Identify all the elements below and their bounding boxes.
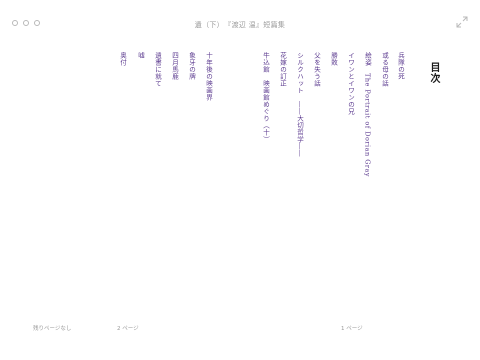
toc-item[interactable]: 絵姿 The Portrait of Dorian Gray <box>364 52 372 177</box>
book-title: 遺（下） 『渡辺 温』短篇集 <box>194 21 286 29</box>
left-page-number: 2 ページ <box>117 326 139 332</box>
toc-item[interactable]: 奥付 <box>119 52 127 66</box>
toc-item[interactable]: 父を失う話 <box>313 52 321 87</box>
remaining-pages-status: 残りページなし <box>33 326 72 332</box>
toc-item[interactable]: 牛込館 映画館めぐり（十） <box>262 52 270 143</box>
toc-item[interactable]: 象牙の牌 <box>188 52 196 80</box>
toc-item[interactable]: 花嫁の訂正 <box>279 52 287 87</box>
toc-item[interactable]: 遺書に就て <box>154 52 162 87</box>
toc-item[interactable]: 兵隊の死 <box>397 52 405 80</box>
right-page-number: 1 ページ <box>341 326 363 332</box>
toc-item[interactable]: シルクハット ――大切哲学―― <box>296 52 304 157</box>
toc-item[interactable]: 嘘 <box>137 52 145 59</box>
toc-item[interactable]: 十年後の映画界 <box>205 52 213 101</box>
toc-item[interactable]: 勝敗 <box>330 52 338 66</box>
toc-heading: 目次 <box>428 62 439 84</box>
toc-item[interactable]: 四月馬鹿 <box>171 52 179 80</box>
table-of-contents: 目次 兵隊の死 或る母の話 絵姿 The Portrait of Dorian … <box>0 52 480 322</box>
toc-item[interactable]: 或る母の話 <box>381 52 389 87</box>
expand-arrows-icon[interactable] <box>456 16 468 28</box>
toc-item[interactable]: イワンとイワンの兄 <box>347 52 355 115</box>
